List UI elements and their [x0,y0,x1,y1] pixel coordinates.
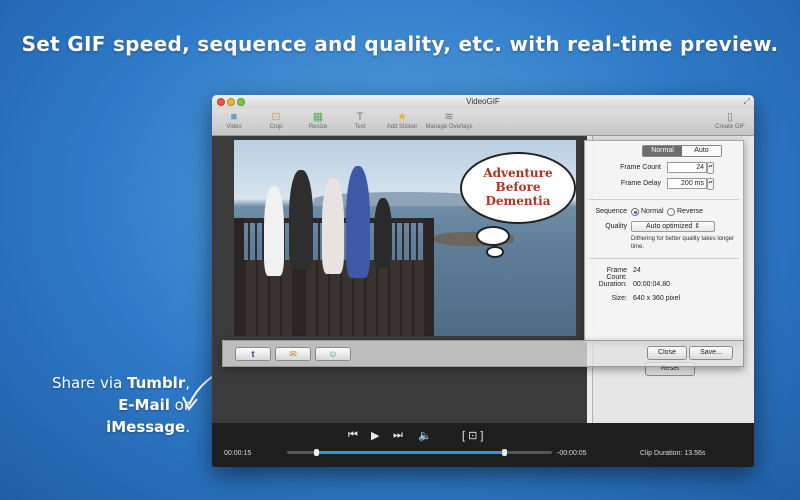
tool-video-label: Video [226,124,242,130]
sequence-reverse-label: Reverse [677,208,704,215]
tool-text-label: Text [354,124,366,130]
sequence-normal-radio[interactable] [631,208,639,216]
resize-icon: ▦ [312,111,324,123]
timeline-track[interactable] [287,449,552,456]
email-share-button[interactable]: ✉ [275,347,311,361]
timeline-end-handle[interactable] [502,449,508,456]
imessage-icon: ☺ [328,349,338,359]
player-bar: ⏮ ▶ ⏭ 🔈 [ ⊡ ] 00:00:15 -00:00:05 Clip Du… [212,423,754,467]
time-end: -00:00:05 [557,450,587,457]
settings-panel: Normal Auto Frame Count 24 ▴▾ Frame Dela… [584,140,744,342]
mail-icon: ✉ [289,349,297,359]
crop-icon: ⊡ [271,111,281,123]
info-size-label: Size: [611,295,627,302]
mode-normal-tab[interactable]: Normal [643,146,682,156]
tumblr-share-button[interactable]: t [235,347,271,361]
save-button[interactable]: Save... [689,346,733,360]
gif-file-icon: ▯ [726,111,734,123]
tool-crop-label: Crop [269,124,283,130]
frame-delay-input[interactable]: 200 ms [667,178,707,189]
share-note-email: E-Mail [118,396,170,414]
tool-create-gif-label: Create GIF [715,124,745,130]
frame-delay-label: Frame Delay [620,180,661,187]
quality-label: Quality [605,223,627,230]
tumblr-icon: t [251,349,255,359]
headline: Set GIF speed, sequence and quality, etc… [21,32,779,56]
timeline-selection [316,451,505,454]
video-camera-icon: ■ [230,111,238,123]
gif-settings-popover: Normal Auto Frame Count 24 ▴▾ Frame Dela… [222,140,744,367]
frame-count-label: Frame Count [620,164,661,171]
info-size-value: 640 x 360 pixel [633,295,681,302]
toolbar: ■ Video ⊡ Crop ▦ Resize T Text ★ Add Sti… [212,109,754,136]
tool-resize-label: Resize [308,124,328,130]
mode-auto-tab[interactable]: Auto [682,146,721,156]
share-bar: t ✉ ☺ Close Save... [222,340,744,367]
sequence-label: Sequence [595,208,627,215]
divider [589,258,739,259]
tool-create-gif[interactable]: ▯ Create GIF [710,110,750,130]
imessage-share-button[interactable]: ☺ [315,347,351,361]
tool-crop[interactable]: ⊡ Crop [256,110,296,130]
share-note-imessage: iMessage [106,418,186,436]
divider [589,199,739,200]
fullscreen-icon[interactable]: ⤢ [744,97,750,107]
close-button[interactable]: Close [647,346,687,360]
frame-count-stepper[interactable]: ▴▾ [707,162,714,174]
time-start: 00:00:15 [224,450,252,457]
tool-text[interactable]: T Text [340,110,380,130]
timeline-start-handle[interactable] [314,449,320,456]
title-bar[interactable]: VideoGIF ⤢ [212,95,754,109]
frame-delay-stepper[interactable]: ▴▾ [707,178,714,190]
info-duration-value: 00:00:04.80 [633,281,670,288]
skip-back-icon[interactable]: ⏮ [348,429,358,442]
sequence-reverse-radio[interactable] [667,208,675,216]
star-icon: ★ [397,111,407,123]
window-title: VideoGIF [466,97,500,106]
tool-add-sticker-label: Add Sticker [386,124,418,130]
layers-icon: ≋ [444,111,454,123]
play-icon[interactable]: ▶ [371,429,379,442]
tool-manage-overlays[interactable]: ≋ Manage Overlays [424,110,474,130]
frame-count-input[interactable]: 24 [667,162,707,173]
selection-range-icon[interactable]: [ ⊡ ] [462,429,483,442]
skip-forward-icon[interactable]: ⏭ [393,429,403,442]
mode-segmented-control: Normal Auto [642,145,722,157]
share-note-period: . [185,418,190,436]
quality-select-value: Auto optimized [645,223,693,230]
quality-hint: Dithering for better quality takes longe… [631,236,735,250]
text-icon: T [356,111,364,123]
volume-icon[interactable]: 🔈 [418,429,432,442]
tool-add-sticker[interactable]: ★ Add Sticker [382,110,422,130]
sequence-normal-label: Normal [641,208,664,215]
share-note: Share via Tumblr, E-Mail or iMessage. [10,372,190,438]
info-frame-count-value: 24 [633,267,641,274]
tool-manage-overlays-label: Manage Overlays [425,124,473,130]
clip-duration: Clip Duration: 13.56s [640,450,706,457]
info-frame-count-label: Frame Count: [606,267,627,281]
info-duration-label: Duration: [598,281,627,288]
tool-video[interactable]: ■ Video [214,110,254,130]
tool-resize[interactable]: ▦ Resize [298,110,338,130]
quality-select[interactable]: Auto optimized ⇕ [631,221,715,232]
share-note-prefix: Share via [51,374,128,392]
